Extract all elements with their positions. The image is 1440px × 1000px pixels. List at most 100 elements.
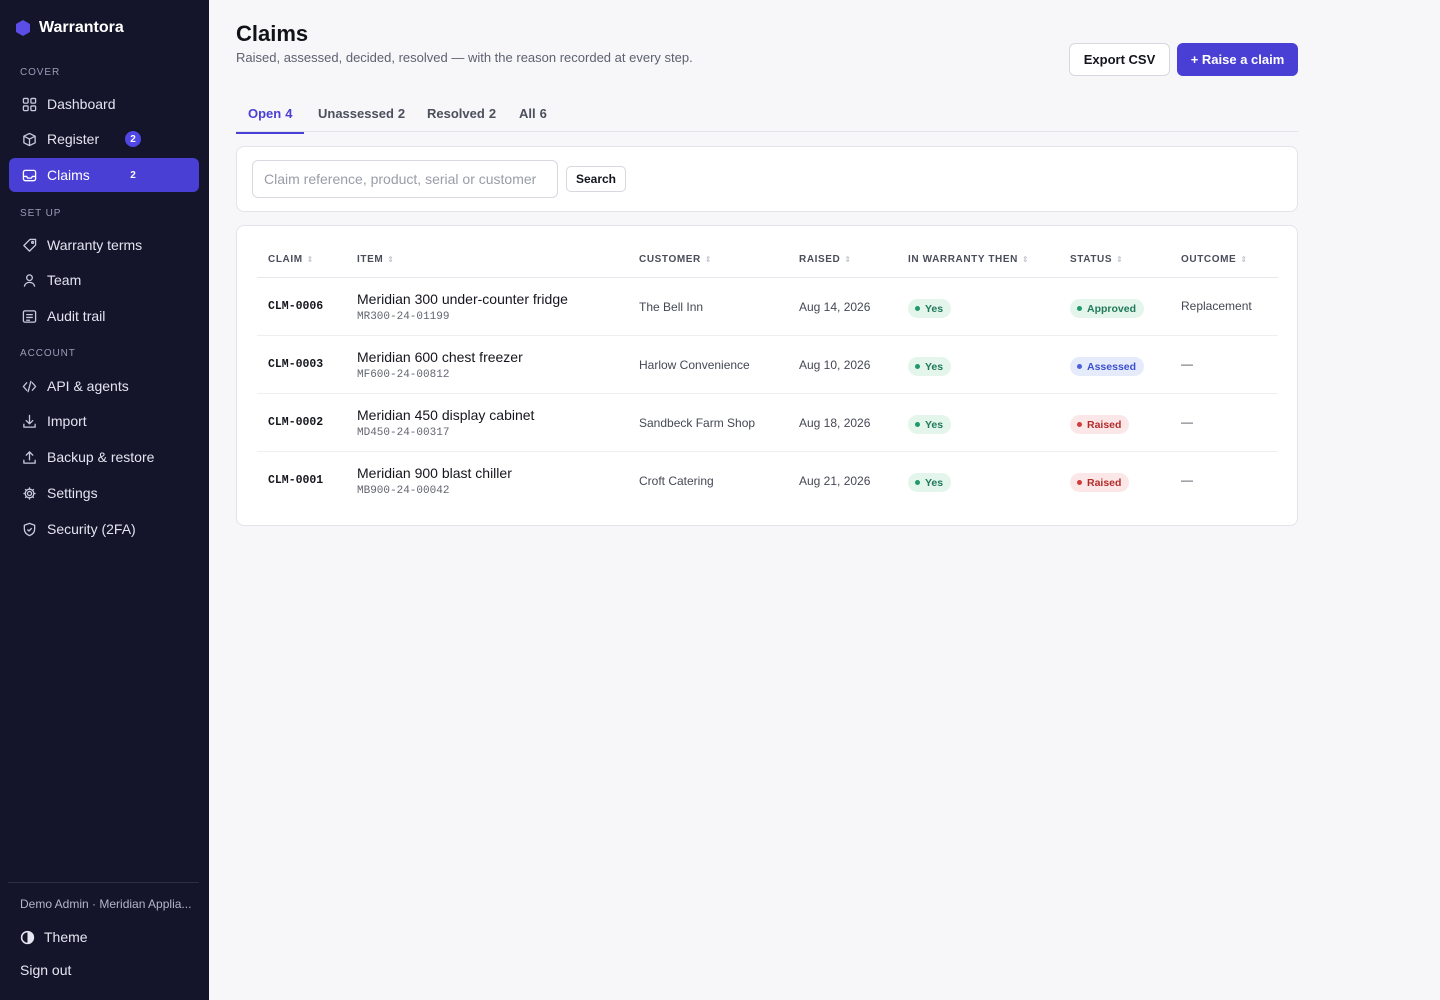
sort-icon: ⇕ xyxy=(844,255,852,264)
sort-icon: ⇕ xyxy=(387,255,395,264)
half-circle-theme-icon xyxy=(20,930,35,944)
upload-icon xyxy=(21,449,37,465)
status-dot-icon xyxy=(915,306,920,311)
status-cell: Raised xyxy=(1070,414,1130,434)
column-header-in-warranty[interactable]: IN WARRANTY THEN ⇕ xyxy=(908,254,1029,265)
sidebar-item-dashboard[interactable]: Dashboard xyxy=(9,87,199,121)
item-name: Meridian 600 chest freezer xyxy=(357,349,523,365)
count-badge: 2 xyxy=(125,131,141,147)
list-icon xyxy=(21,308,37,324)
status-badge: Raised xyxy=(1070,415,1130,434)
item-serial: MB900-24-00042 xyxy=(357,485,450,497)
raised-date: Aug 14, 2026 xyxy=(799,300,871,314)
warranty-badge: Yes xyxy=(908,473,952,492)
item-name: Meridian 450 display cabinet xyxy=(357,407,535,423)
sidebar-item-label: Audit trail xyxy=(47,308,106,324)
sidebar-item-audit-trail[interactable]: Audit trail xyxy=(9,299,199,333)
sidebar-item-api-agents[interactable]: API & agents xyxy=(9,369,199,403)
customer-name: The Bell Inn xyxy=(639,300,704,314)
tab-unassessed[interactable]: Unassessed 2 xyxy=(306,94,417,132)
warranty-value: Yes xyxy=(925,476,944,489)
column-header-raised[interactable]: RAISED ⇕ xyxy=(799,254,852,265)
sidebar-item-label: Backup & restore xyxy=(47,449,155,465)
table-header: CLAIM ⇕ ITEM ⇕ CUSTOMER ⇕ RAISED ⇕ IN WARRAN… xyxy=(257,244,1278,278)
tab-resolved[interactable]: Resolved 2 xyxy=(415,94,508,132)
table-row[interactable]: CLM-0002 Meridian 450 display cabinet MD… xyxy=(257,394,1278,452)
sidebar-item-security[interactable]: Security (2FA) xyxy=(9,512,199,546)
claim-reference[interactable]: CLM-0006 xyxy=(268,300,323,313)
item-name: Meridian 300 under-counter fridge xyxy=(357,291,568,307)
theme-toggle[interactable]: Theme xyxy=(20,926,88,948)
customer-name: Sandbeck Farm Shop xyxy=(639,416,756,430)
sort-icon: ⇕ xyxy=(1116,255,1124,264)
sidebar-item-import[interactable]: Import xyxy=(9,404,199,438)
column-label: CUSTOMER xyxy=(639,254,701,265)
tab-count: 2 xyxy=(397,105,406,121)
column-header-claim[interactable]: CLAIM ⇕ xyxy=(268,254,314,265)
sort-icon: ⇕ xyxy=(1240,255,1248,264)
column-header-status[interactable]: STATUS ⇕ xyxy=(1070,254,1123,265)
tab-count: 2 xyxy=(488,105,497,121)
sidebar-item-label: Team xyxy=(47,272,82,288)
raise-claim-button[interactable]: + Raise a claim xyxy=(1177,43,1298,76)
claim-reference[interactable]: CLM-0001 xyxy=(268,474,323,487)
status-value: Raised xyxy=(1087,476,1122,489)
column-label: IN WARRANTY THEN xyxy=(908,254,1018,265)
claim-reference[interactable]: CLM-0002 xyxy=(268,416,323,429)
status-dot-icon xyxy=(1077,422,1082,427)
status-cell: Approved xyxy=(1070,298,1145,318)
column-header-item[interactable]: ITEM ⇕ xyxy=(357,254,395,265)
search-card: Search xyxy=(236,146,1298,212)
column-label: RAISED xyxy=(799,254,841,265)
item-serial: MR300-24-01199 xyxy=(357,311,450,323)
status-cell: Raised xyxy=(1070,472,1130,492)
raised-date: Aug 10, 2026 xyxy=(799,358,871,372)
sort-icon: ⇕ xyxy=(1021,255,1030,264)
sidebar-item-backup-restore[interactable]: Backup & restore xyxy=(9,440,199,474)
sidebar-item-label: Register xyxy=(47,131,100,147)
user-icon xyxy=(21,272,37,288)
table-row[interactable]: CLM-0006 Meridian 300 under-counter frid… xyxy=(257,278,1278,336)
column-label: STATUS xyxy=(1070,254,1113,265)
brand[interactable]: Warrantora xyxy=(16,17,124,39)
sidebar-item-register[interactable]: Register 2 xyxy=(9,122,199,156)
search-button[interactable]: Search xyxy=(566,166,626,192)
status-dot-icon xyxy=(1077,306,1082,311)
inbox-icon xyxy=(21,167,37,183)
in-warranty-cell: Yes xyxy=(908,356,952,376)
status-badge: Raised xyxy=(1070,473,1130,492)
status-dot-icon xyxy=(1077,480,1082,485)
count-badge: 2 xyxy=(130,169,136,181)
status-dot-icon xyxy=(915,480,920,485)
claim-reference[interactable]: CLM-0003 xyxy=(268,358,323,371)
column-header-customer[interactable]: CUSTOMER ⇕ xyxy=(639,254,712,265)
sidebar-item-label: Dashboard xyxy=(47,96,116,112)
sign-out-link[interactable]: Sign out xyxy=(20,962,71,978)
item-serial: MD450-24-00317 xyxy=(357,427,450,439)
warranty-badge: Yes xyxy=(908,415,952,434)
tab-label: Unassessed xyxy=(318,105,394,121)
section-label-setup: SET UP xyxy=(20,208,62,219)
status-badge: Assessed xyxy=(1070,357,1145,376)
sidebar-item-warranty-terms[interactable]: Warranty terms xyxy=(9,228,199,262)
search-input[interactable] xyxy=(252,160,558,198)
export-csv-button[interactable]: Export CSV xyxy=(1069,43,1170,76)
column-header-outcome[interactable]: OUTCOME ⇕ xyxy=(1181,254,1248,265)
table-row[interactable]: CLM-0001 Meridian 900 blast chiller MB90… xyxy=(257,452,1278,510)
tab-label: Open xyxy=(248,105,282,121)
sidebar-item-label: Claims xyxy=(47,167,90,183)
customer-name: Croft Catering xyxy=(639,474,714,488)
tab-label: All xyxy=(519,105,536,121)
gear-icon xyxy=(21,485,37,501)
raised-date: Aug 21, 2026 xyxy=(799,474,871,488)
sidebar-item-team[interactable]: Team xyxy=(9,263,199,297)
warranty-badge: Yes xyxy=(908,299,952,318)
tab-all[interactable]: All 6 xyxy=(507,94,559,132)
table-row[interactable]: CLM-0003 Meridian 600 chest freezer MF60… xyxy=(257,336,1278,394)
tab-open[interactable]: Open 4 xyxy=(236,94,305,134)
sidebar-item-settings[interactable]: Settings xyxy=(9,476,199,510)
status-dot-icon xyxy=(1077,364,1082,369)
in-warranty-cell: Yes xyxy=(908,472,952,492)
sidebar-item-claims[interactable]: Claims 2 xyxy=(9,158,199,192)
warranty-badge: Yes xyxy=(908,357,952,376)
